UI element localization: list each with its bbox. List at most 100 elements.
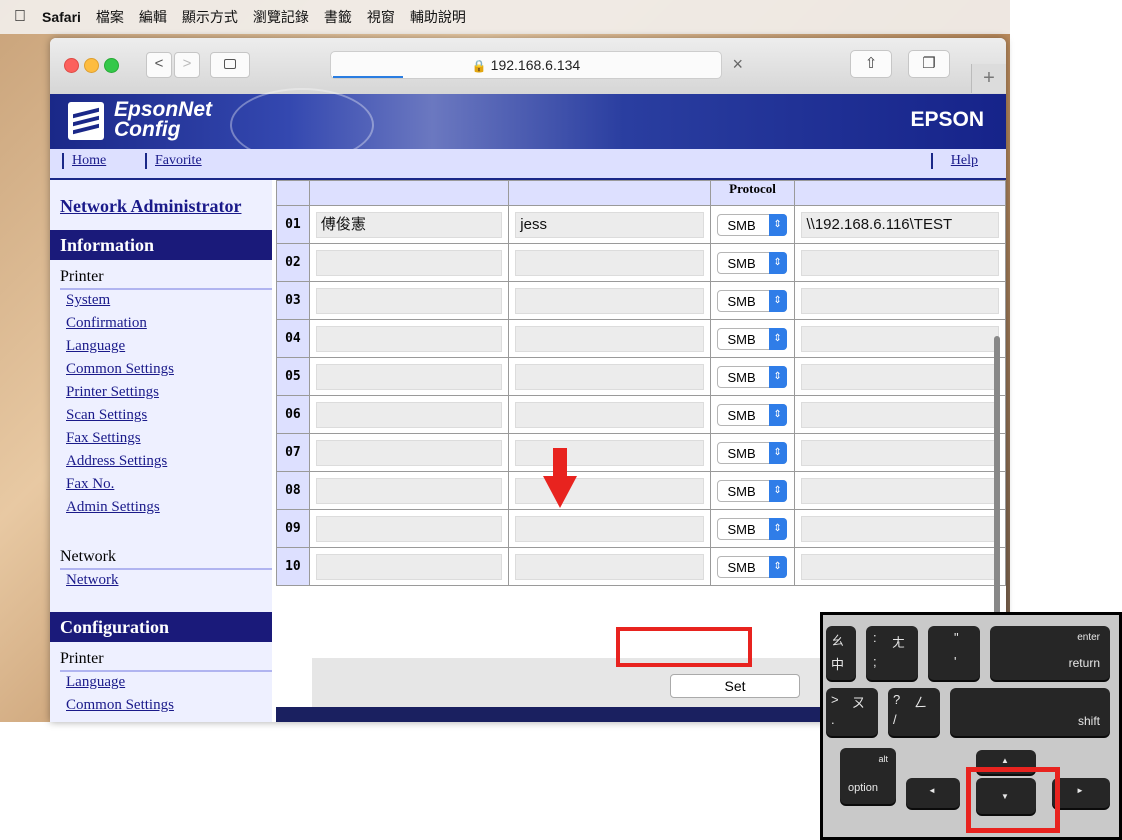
apple-icon[interactable]:  (14, 8, 26, 26)
nav-help-link[interactable]: Help (930, 153, 986, 169)
name-field[interactable] (315, 401, 503, 428)
user-field[interactable] (515, 515, 704, 542)
path-field[interactable] (801, 515, 999, 542)
sidebar-toggle-button[interactable] (210, 52, 250, 78)
sidebar: Network Administrator Information Printe… (50, 180, 272, 722)
protocol-select[interactable]: SMB ⇕ (716, 251, 787, 274)
printer-label: Printer (60, 268, 104, 285)
sidebar-link-common-settings[interactable]: Common Settings (66, 361, 174, 378)
forward-button[interactable]: > (174, 52, 200, 78)
sidebar-link-address-settings[interactable]: Address Settings (66, 453, 167, 470)
row-number: 08 (276, 471, 310, 510)
protocol-value: SMB (727, 483, 756, 499)
protocol-select[interactable]: SMB ⇕ (716, 403, 787, 426)
config-link-language[interactable]: Language (66, 674, 125, 691)
nav-favorite-link[interactable]: Favorite (145, 153, 210, 169)
close-window-button[interactable] (64, 58, 79, 73)
sidebar-link-fax-no[interactable]: Fax No. (66, 476, 114, 493)
zoom-window-button[interactable] (104, 58, 119, 73)
updown-chevron-icon: ⇕ (768, 251, 787, 274)
header-cell (276, 180, 310, 206)
sidebar-link-system[interactable]: System (66, 292, 110, 309)
path-field[interactable] (801, 439, 999, 466)
protocol-select[interactable]: SMB ⇕ (716, 289, 787, 312)
address-bar[interactable]: 🔒 192.168.6.134 × (330, 51, 743, 79)
menu-history[interactable]: 瀏覽記錄 (253, 7, 309, 27)
updown-chevron-icon: ⇕ (768, 403, 787, 426)
sidebar-link-scan-settings[interactable]: Scan Settings (66, 407, 147, 424)
sidebar-link-language[interactable]: Language (66, 338, 125, 355)
protocol-value: SMB (727, 255, 756, 271)
name-field[interactable] (315, 287, 503, 314)
vertical-scrollbar[interactable] (994, 336, 1000, 636)
network-administrator-link[interactable]: Network Administrator (60, 196, 241, 217)
sidebar-link-network[interactable]: Network (66, 572, 119, 589)
menu-edit[interactable]: 編輯 (139, 7, 167, 27)
menu-file[interactable]: 檔案 (96, 7, 124, 27)
row-number: 07 (276, 433, 310, 472)
path-field[interactable] (801, 401, 999, 428)
name-field[interactable] (315, 439, 503, 466)
user-field[interactable] (515, 401, 704, 428)
section-configuration: Configuration (50, 612, 272, 642)
new-tab-button[interactable]: + (971, 64, 1006, 93)
name-field[interactable] (315, 249, 503, 276)
down-arrow-icon (543, 448, 577, 508)
name-field[interactable] (315, 363, 503, 390)
url-text: 192.168.6.134 (490, 57, 581, 73)
sidebar-link-printer-settings[interactable]: Printer Settings (66, 384, 159, 401)
name-field[interactable] (315, 553, 503, 580)
config-link-common-settings[interactable]: Common Settings (66, 697, 174, 714)
brand-line-1: EpsonNet (114, 98, 213, 121)
user-field[interactable] (515, 325, 704, 352)
protocol-select[interactable]: SMB ⇕ (716, 555, 787, 578)
chevron-left-icon: < (154, 55, 164, 72)
protocol-select[interactable]: SMB ⇕ (716, 213, 787, 236)
path-field[interactable] (801, 363, 999, 390)
path-field[interactable]: \\192.168.6.116\TEST (801, 211, 999, 238)
name-field[interactable]: 傅俊憲 (315, 211, 503, 238)
updown-chevron-icon: ⇕ (768, 327, 787, 350)
user-field[interactable] (515, 363, 704, 390)
network-label: Network (60, 548, 116, 565)
user-field[interactable]: jess (515, 211, 704, 238)
name-field[interactable] (315, 515, 503, 542)
name-field[interactable] (315, 325, 503, 352)
brand-title: EpsonNet Config (114, 98, 213, 140)
sidebar-link-fax-settings[interactable]: Fax Settings (66, 430, 141, 447)
stop-loading-icon[interactable]: × (732, 54, 743, 75)
name-field[interactable] (315, 477, 503, 504)
path-field[interactable] (801, 325, 999, 352)
sidebar-link-admin-settings[interactable]: Admin Settings (66, 499, 160, 516)
updown-chevron-icon: ⇕ (768, 213, 787, 236)
set-button[interactable]: Set (670, 674, 800, 698)
menu-safari[interactable]: Safari (42, 9, 81, 25)
epsonnet-banner: EpsonNet Config EPSON (50, 88, 1006, 162)
protocol-select[interactable]: SMB ⇕ (716, 517, 787, 540)
back-button[interactable]: < (146, 52, 172, 78)
menu-bookmarks[interactable]: 書籤 (324, 7, 352, 27)
menu-help[interactable]: 輔助說明 (410, 7, 466, 27)
updown-chevron-icon: ⇕ (768, 289, 787, 312)
path-field[interactable] (801, 477, 999, 504)
protocol-select[interactable]: SMB ⇕ (716, 327, 787, 350)
protocol-select[interactable]: SMB ⇕ (716, 365, 787, 388)
protocol-select[interactable]: SMB ⇕ (716, 441, 787, 464)
table-row: 05 SMB ⇕ (276, 357, 1006, 396)
protocol-select[interactable]: SMB ⇕ (716, 479, 787, 502)
minimize-window-button[interactable] (84, 58, 99, 73)
path-field[interactable] (801, 287, 999, 314)
user-field[interactable] (515, 553, 704, 580)
path-field[interactable] (801, 553, 999, 580)
sidebar-link-confirmation[interactable]: Confirmation (66, 315, 147, 332)
path-field[interactable] (801, 249, 999, 276)
user-field[interactable] (515, 249, 704, 276)
tabs-overview-button[interactable]: ❐ (908, 50, 950, 78)
menu-view[interactable]: 顯示方式 (182, 7, 238, 27)
header-cell (308, 180, 510, 206)
user-field[interactable] (515, 287, 704, 314)
share-button[interactable]: ⇧ (850, 50, 892, 78)
menu-window[interactable]: 視窗 (367, 7, 395, 27)
nav-home-link[interactable]: Home (62, 153, 114, 169)
protocol-value: SMB (727, 407, 756, 423)
